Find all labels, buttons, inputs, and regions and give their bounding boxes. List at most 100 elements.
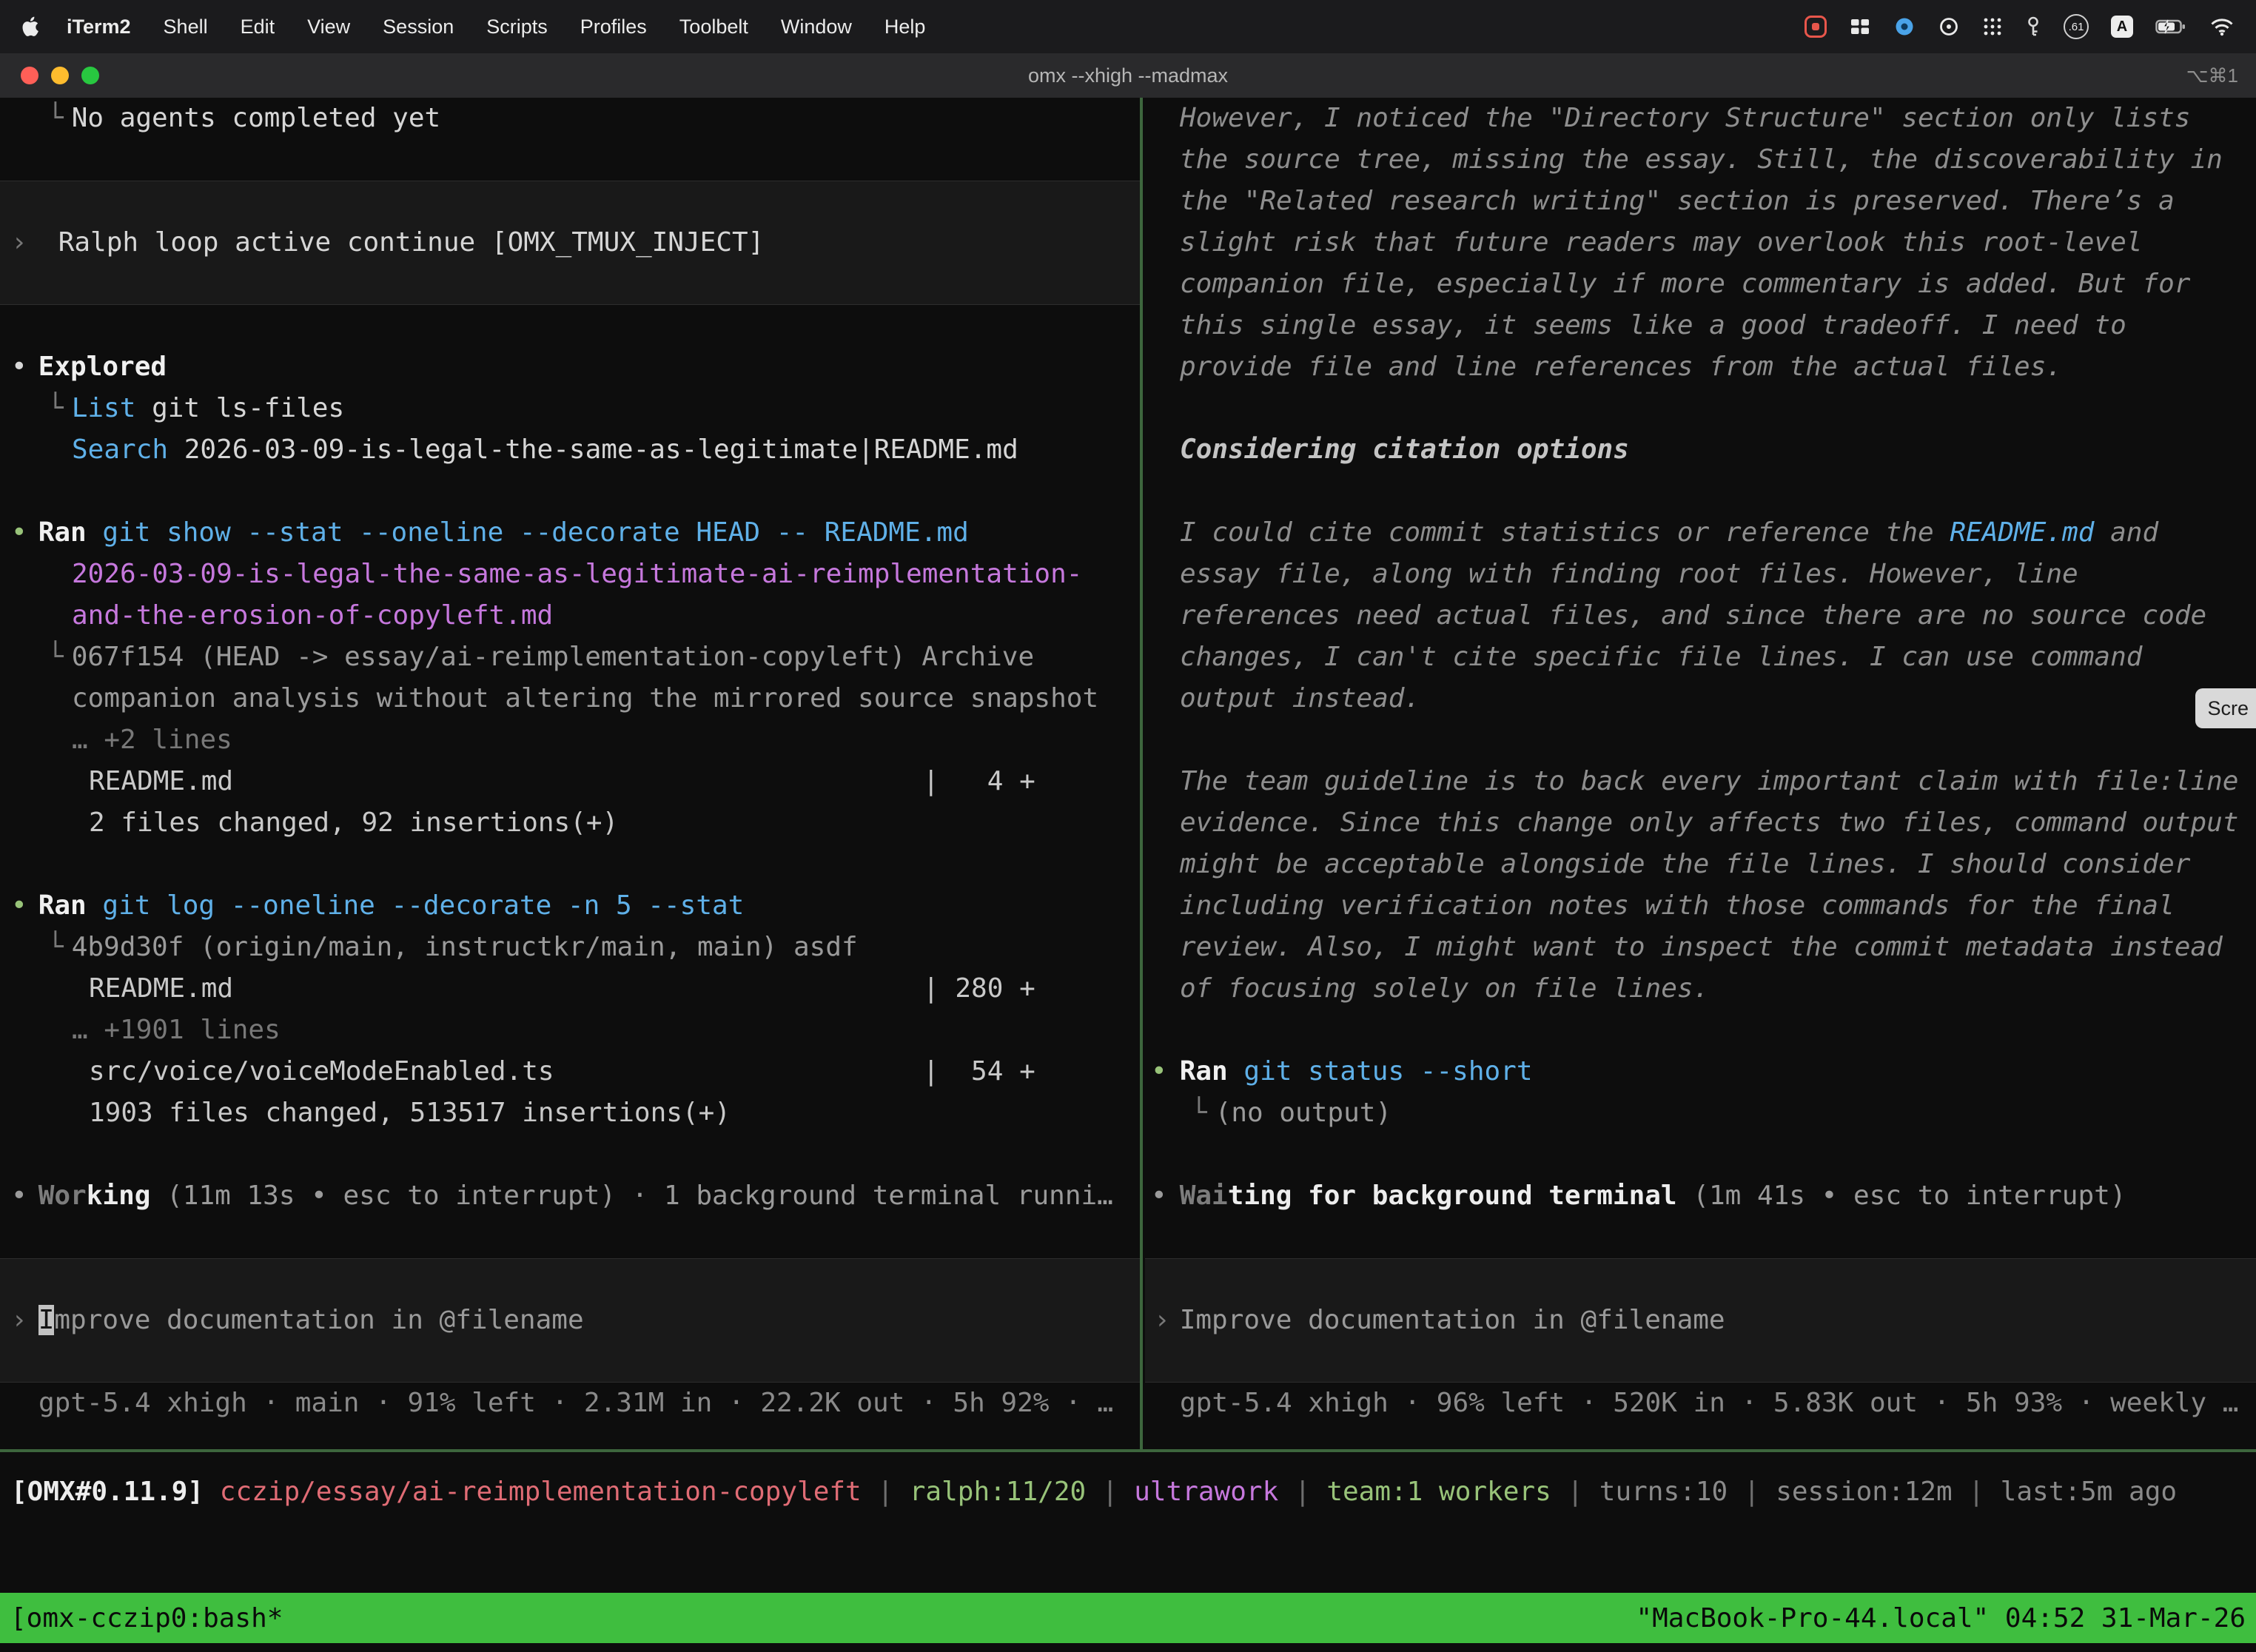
separator: | bbox=[1278, 1477, 1326, 1507]
diffstat-line: README.md | 280 + bbox=[0, 968, 1140, 1010]
minimize-window-button[interactable] bbox=[51, 67, 69, 84]
left-model-status-line: gpt-5.4 xhigh · main · 91% left · 2.31M … bbox=[0, 1383, 1140, 1424]
menu-edit[interactable]: Edit bbox=[224, 16, 292, 38]
bullet-icon: • bbox=[11, 352, 27, 382]
zoom-window-button[interactable] bbox=[81, 67, 99, 84]
thinking-text: essay file, along with finding root file… bbox=[1180, 559, 2078, 589]
omx-status-line: [OMX#0.11.9] cczip/essay/ai-reimplementa… bbox=[0, 1471, 2256, 1513]
more-lines-indicator: … +2 lines bbox=[0, 719, 1140, 761]
thinking-text: including verification notes with those … bbox=[1180, 890, 2175, 921]
left-pane[interactable]: └No agents completed yet ›Ralph loop act… bbox=[0, 98, 1140, 1449]
diffstat-line: src/voice/voiceModeEnabled.ts | 54 + bbox=[0, 1051, 1140, 1092]
agents-note-text: No agents completed yet bbox=[72, 103, 441, 133]
window-grid-icon[interactable] bbox=[1849, 16, 1871, 38]
menu-iterm2[interactable]: iTerm2 bbox=[50, 16, 147, 38]
search-arg: 2026-03-09-is-legal-the-same-as-legitima… bbox=[168, 434, 1018, 465]
commit-summary-line: └4b9d30f (origin/main, instructkr/main, … bbox=[0, 927, 1140, 968]
thinking-line: references need actual files, and since … bbox=[1145, 595, 2256, 637]
menu-bar-status-icons: .61 A bbox=[1805, 14, 2234, 39]
traffic-lights bbox=[21, 67, 99, 84]
list-action: List bbox=[72, 393, 136, 423]
menu-toolbelt[interactable]: Toolbelt bbox=[663, 16, 765, 38]
right-pane[interactable]: However, I noticed the "Directory Struct… bbox=[1145, 98, 2256, 1449]
key-icon[interactable] bbox=[2025, 16, 2041, 38]
command-text: git status --short bbox=[1228, 1056, 1533, 1087]
tree-branch-icon: └ bbox=[47, 103, 64, 133]
tmux-status-bar: [omx-cczip0:bash* "MacBook-Pro-44.local"… bbox=[0, 1593, 2256, 1643]
screen-recording-icon[interactable] bbox=[1805, 16, 1827, 38]
menu-shell[interactable]: Shell bbox=[147, 16, 224, 38]
ralph-banner-tag: [OMX_TMUX_INJECT] bbox=[491, 227, 764, 258]
tree-branch-icon: └ bbox=[47, 393, 64, 423]
thinking-line: evidence. Since this change only affects… bbox=[1145, 802, 2256, 844]
bullet-icon: • bbox=[1151, 1181, 1167, 1211]
menu-session[interactable]: Session bbox=[366, 16, 470, 38]
omx-turns: turns:10 bbox=[1599, 1477, 1728, 1507]
omx-session: session:12m bbox=[1776, 1477, 1952, 1507]
left-input-box[interactable]: ›Improve documentation in @filename bbox=[0, 1258, 1140, 1383]
omx-branch: cczip/essay/ai-reimplementation-copyleft bbox=[220, 1477, 862, 1507]
menu-profiles[interactable]: Profiles bbox=[564, 16, 663, 38]
pane-divider-vertical[interactable] bbox=[1140, 98, 1143, 1449]
macos-menu-bar: iTerm2 Shell Edit View Session Scripts P… bbox=[0, 0, 2256, 53]
wifi-icon[interactable] bbox=[2210, 17, 2234, 36]
prompt-chevron-icon: › bbox=[1154, 1305, 1170, 1335]
essay-filename-line: and-the-erosion-of-copyleft.md bbox=[0, 595, 1140, 637]
thinking-line: of focusing solely on file lines. bbox=[1145, 968, 2256, 1010]
blue-app-icon[interactable] bbox=[1893, 16, 1916, 38]
right-input-box[interactable]: › Improve documentation in @filename bbox=[1145, 1258, 2256, 1383]
bullet-icon: • bbox=[11, 517, 27, 548]
thinking-text: The team guideline is to back every impo… bbox=[1180, 766, 2238, 796]
thinking-line: this single essay, it seems like a good … bbox=[1145, 305, 2256, 346]
thinking-text: I could cite commit statistics or refere… bbox=[1180, 517, 1950, 548]
apple-logo-icon[interactable] bbox=[22, 16, 40, 37]
ring-app-icon[interactable] bbox=[1938, 16, 1960, 38]
text-cursor: I bbox=[38, 1305, 55, 1335]
tree-branch-icon: └ bbox=[47, 642, 64, 672]
waiting-label: ting for background terminal bbox=[1228, 1181, 1677, 1211]
thinking-line: provide file and line references from th… bbox=[1145, 346, 2256, 388]
dots-grid-icon[interactable] bbox=[1982, 16, 2003, 37]
diffstat-line: README.md | 4 + bbox=[0, 761, 1140, 802]
explored-title: Explored bbox=[38, 352, 167, 382]
close-window-button[interactable] bbox=[21, 67, 38, 84]
thinking-text: review. Also, I might want to inspect th… bbox=[1180, 932, 2223, 962]
bullet-icon: • bbox=[11, 1181, 27, 1211]
menu-window[interactable]: Window bbox=[765, 16, 868, 38]
thinking-line: slight risk that future readers may over… bbox=[1145, 222, 2256, 263]
keyboard-input-source-icon[interactable]: A bbox=[2111, 16, 2133, 38]
ran-label: Ran bbox=[38, 890, 87, 921]
thinking-text: evidence. Since this change only affects… bbox=[1180, 807, 2238, 838]
tmux-session-label: [omx-cczip0:bash* bbox=[10, 1603, 283, 1633]
right-model-status-line: gpt-5.4 xhigh · 96% left · 520K in · 5.8… bbox=[1145, 1383, 2256, 1424]
separator: | bbox=[1953, 1477, 2001, 1507]
input-placeholder-text: Improve documentation in @filename bbox=[1180, 1305, 1725, 1335]
terminal-content: └No agents completed yet ›Ralph loop act… bbox=[0, 98, 2256, 1652]
screen-share-tooltip[interactable]: Scre bbox=[2195, 688, 2256, 728]
battery-icon[interactable] bbox=[2155, 16, 2188, 38]
more-lines-indicator: … +1901 lines bbox=[0, 1010, 1140, 1051]
menu-view[interactable]: View bbox=[291, 16, 366, 38]
thinking-text: provide file and line references from th… bbox=[1180, 352, 2062, 382]
menu-scripts[interactable]: Scripts bbox=[470, 16, 564, 38]
diffstat-summary: 1903 files changed, 513517 insertions(+) bbox=[0, 1092, 1140, 1134]
ran-git-status-entry: •Ran git status --short bbox=[1145, 1051, 2256, 1092]
search-action: Search bbox=[72, 434, 168, 465]
readme-file-reference: README.md bbox=[1950, 517, 2094, 548]
working-status-line: •Working (11m 13s • esc to interrupt) · … bbox=[0, 1175, 1140, 1217]
stat-badge-icon[interactable]: .61 bbox=[2064, 14, 2089, 39]
tmux-host-time: "MacBook-Pro-44.local" 04:52 31-Mar-26 bbox=[1636, 1603, 2246, 1633]
thinking-heading: Considering citation options bbox=[1145, 429, 2256, 471]
window-shortcut-badge: ⌥⌘1 bbox=[2186, 64, 2238, 87]
thinking-line: review. Also, I might want to inspect th… bbox=[1145, 927, 2256, 968]
bullet-icon: • bbox=[1151, 1056, 1167, 1087]
list-arg: git ls-files bbox=[135, 393, 344, 423]
waiting-status-line: •Waiting for background terminal (1m 41s… bbox=[1145, 1175, 2256, 1217]
menu-help[interactable]: Help bbox=[868, 16, 942, 38]
explored-list-line: └ List git ls-files bbox=[0, 388, 1140, 429]
separator: | bbox=[1086, 1477, 1134, 1507]
command-output-line: └(no output) bbox=[1145, 1092, 2256, 1134]
command-text: git show --stat --oneline --decorate HEA… bbox=[87, 517, 969, 548]
input-placeholder-text: mprove documentation in @filename bbox=[54, 1305, 583, 1335]
command-text: git log --oneline --decorate -n 5 --stat bbox=[87, 890, 745, 921]
